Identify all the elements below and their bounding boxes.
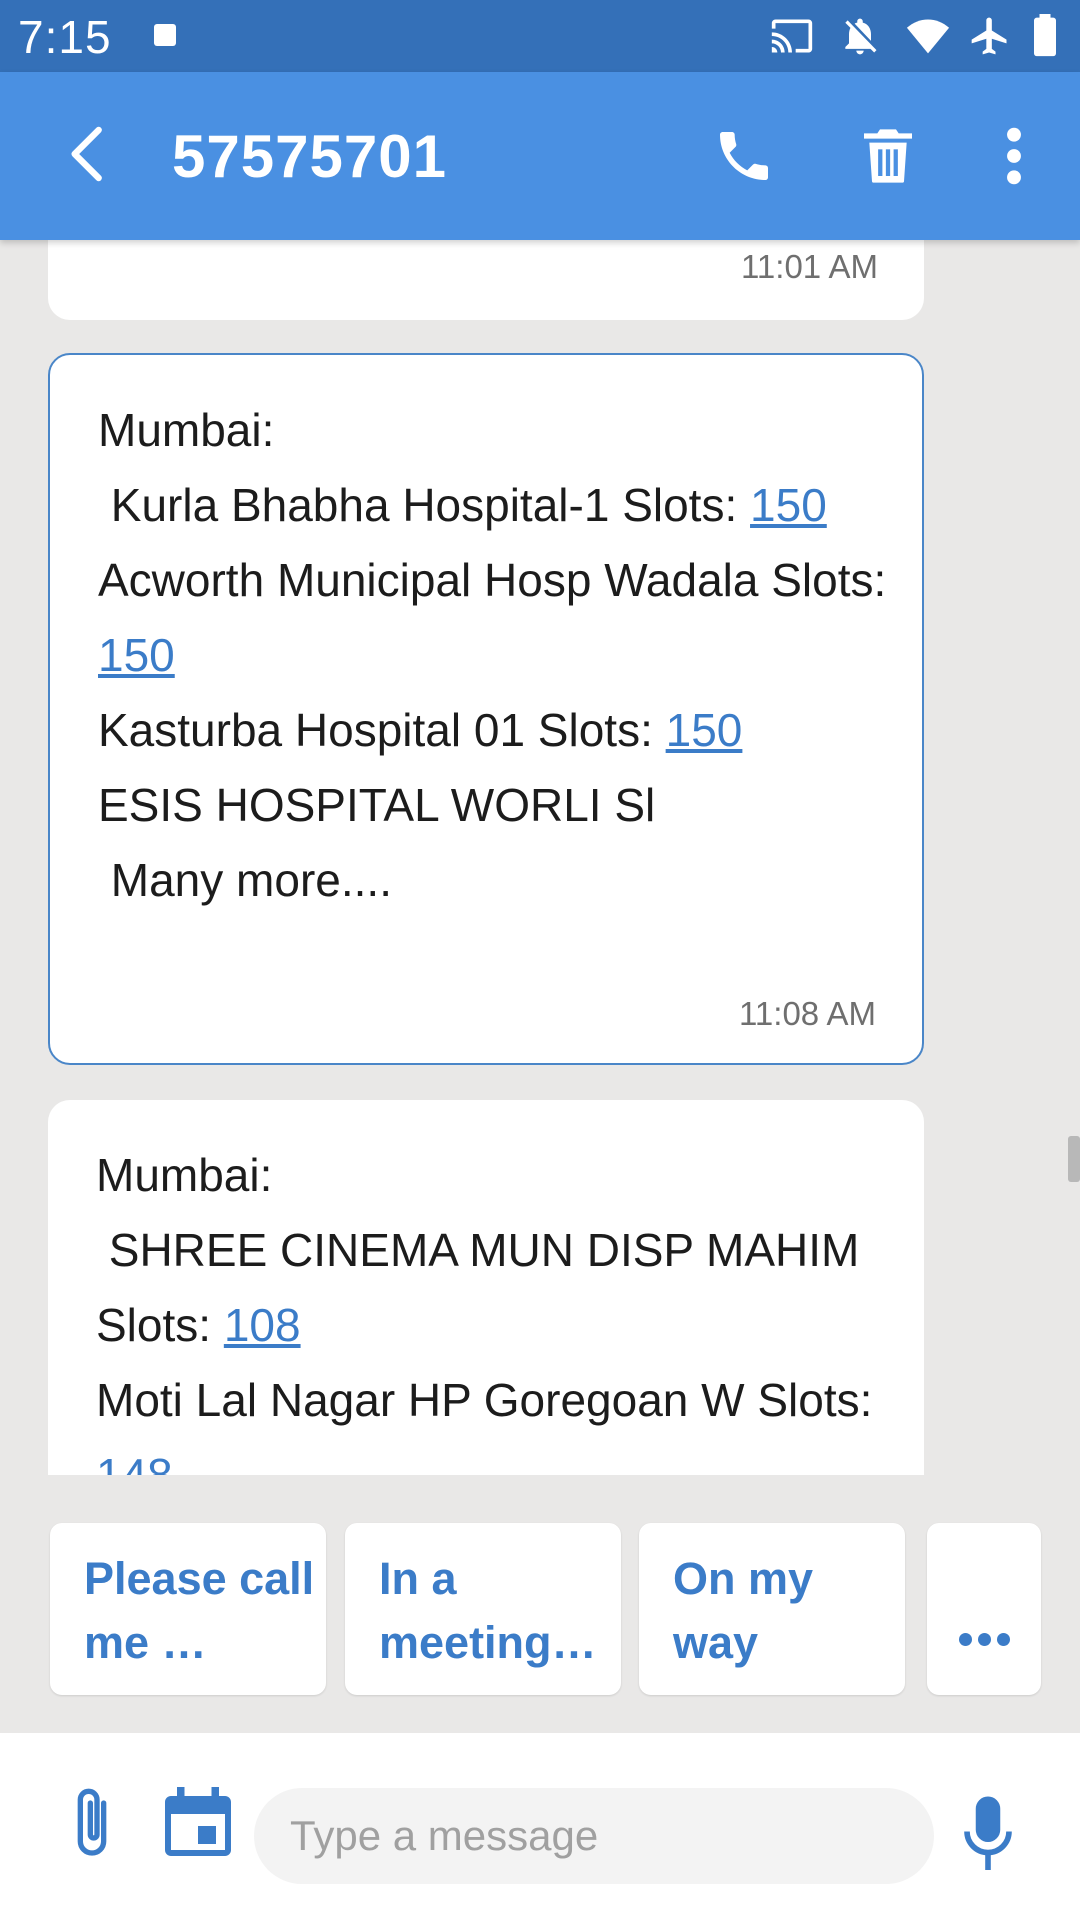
- wifi-icon: [906, 19, 950, 54]
- quick-reply-in-a-meeting[interactable]: In a meeting…: [345, 1523, 621, 1695]
- notification-square-icon: [154, 24, 176, 46]
- message-text-run: Kasturba Hospital 01 Slots:: [98, 704, 653, 756]
- message-input[interactable]: [254, 1788, 934, 1884]
- message-text-run: Acworth Municipal Hosp Wadala Slots:: [98, 554, 887, 606]
- slot-count-link[interactable]: 150: [750, 479, 827, 531]
- quick-reply-more-button[interactable]: [927, 1523, 1041, 1695]
- conversation-list[interactable]: 11:01 AM Mumbai: Kurla Bhabha Hospital-1…: [0, 240, 1080, 1475]
- thread-title: 57575701: [172, 123, 447, 190]
- message-timestamp: 11:01 AM: [741, 248, 878, 285]
- more-vert-icon[interactable]: [990, 124, 1038, 188]
- status-time: 7:15: [18, 11, 112, 63]
- slot-count-link[interactable]: 148: [96, 1449, 173, 1475]
- back-arrow-icon[interactable]: [56, 122, 120, 186]
- mic-icon[interactable]: [960, 1793, 1016, 1877]
- more-horiz-icon: [959, 1599, 1016, 1663]
- cast-icon: [771, 19, 813, 53]
- message-text-run: Mumbai: Kurla Bhabha Hospital-1 Slots:: [98, 404, 738, 531]
- message-text: Mumbai: Kurla Bhabha Hospital-1 Slots: 1…: [98, 393, 888, 918]
- app-bar: 57575701: [0, 72, 1080, 240]
- message-bubble[interactable]: 11:01 AM: [48, 240, 924, 320]
- quick-reply-please-call-me[interactable]: Please call me …: [50, 1523, 326, 1695]
- notifications-off-icon: [845, 18, 877, 55]
- message-text-run: Moti Lal Nagar HP Goregoan W Slots:: [96, 1374, 873, 1426]
- status-bar: 7:15: [0, 0, 1080, 72]
- airplane-icon: [971, 17, 1007, 55]
- calendar-icon[interactable]: [162, 1783, 234, 1863]
- trash-icon[interactable]: [856, 124, 920, 188]
- phone-icon[interactable]: [712, 124, 776, 188]
- message-text-run: Mumbai: SHREE CINEMA MUN DISP MAHIM Slot…: [96, 1149, 860, 1351]
- quick-reply-on-my-way[interactable]: On my way: [639, 1523, 905, 1695]
- message-text-run: ESIS HOSPITAL WORLI Sl Many more....: [98, 779, 656, 906]
- message-text: Mumbai: SHREE CINEMA MUN DISP MAHIM Slot…: [96, 1138, 886, 1475]
- slot-count-link[interactable]: 150: [98, 629, 175, 681]
- message-bubble[interactable]: Mumbai: SHREE CINEMA MUN DISP MAHIM Slot…: [48, 1100, 924, 1475]
- slot-count-link[interactable]: 108: [224, 1299, 301, 1351]
- battery-icon: [1034, 14, 1056, 57]
- attach-icon[interactable]: [60, 1783, 124, 1863]
- scrollbar-thumb[interactable]: [1068, 1136, 1080, 1182]
- message-bubble-selected[interactable]: Mumbai: Kurla Bhabha Hospital-1 Slots: 1…: [48, 353, 924, 1065]
- slot-count-link[interactable]: 150: [666, 704, 743, 756]
- message-timestamp: 11:08 AM: [739, 995, 876, 1032]
- compose-bar: [0, 1733, 1080, 1920]
